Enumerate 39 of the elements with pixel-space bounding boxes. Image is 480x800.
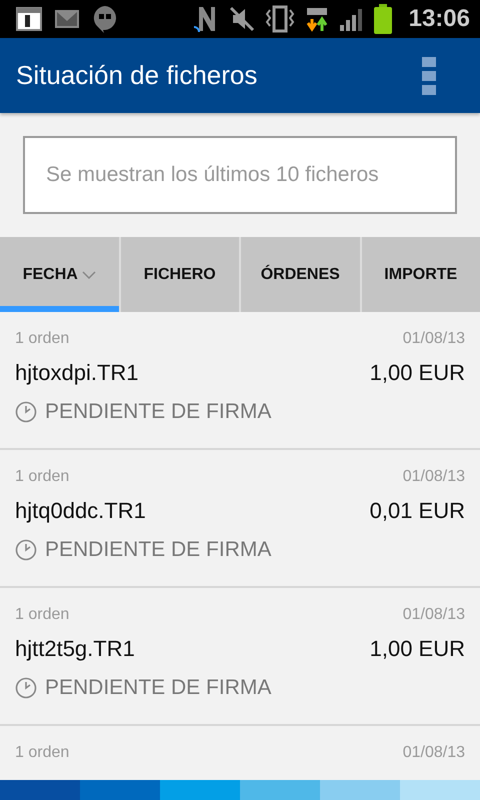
status-time: 13:06 [408, 5, 470, 33]
status-label: PENDIENTE DE FIRMA [45, 538, 272, 562]
vibrate-icon [264, 5, 295, 33]
info-text: Se muestran los últimos 10 ficheros [46, 163, 379, 187]
menu-icon[interactable] [422, 56, 436, 94]
file-date: 01/08/13 [402, 330, 465, 348]
mail-icon [54, 8, 80, 30]
clock-icon [15, 401, 37, 423]
sort-tab[interactable]: FECHA [0, 237, 118, 312]
sort-tab[interactable]: FICHERO [120, 237, 239, 312]
order-count: 1 orden [15, 468, 70, 486]
file-date: 01/08/13 [402, 744, 465, 762]
file-date: 01/08/13 [402, 468, 465, 486]
file-amount: 1,00 EUR [370, 360, 465, 386]
status-label: PENDIENTE DE FIRMA [45, 676, 272, 700]
file-row[interactable]: 1 orden 01/08/13 hjtoxdpi.TR1 1,00 EUR PENDIENTE DE FIRMA [0, 312, 480, 450]
file-amount: 0,01 EUR [370, 498, 465, 524]
file-amount: 1,00 EUR [370, 636, 465, 662]
signal-icon [338, 7, 363, 31]
file-row[interactable]: 1 orden 01/08/13 hjtt2t5g.TR1 1,00 EUR PENDIENTE DE FIRMA [0, 588, 480, 726]
file-row[interactable]: 1 orden 01/08/13 hjtq0ddc.TR1 0,01 EUR PENDIENTE DE FIRMA [0, 450, 480, 588]
mobile-data-icon [304, 5, 329, 33]
file-name: hjtq0ddc.TR1 [15, 498, 146, 524]
battery-icon [372, 4, 393, 34]
chat-bubble-icon [92, 5, 118, 33]
screen-title: Situación de ficheros [16, 60, 258, 91]
muted-speaker-icon [228, 6, 255, 32]
sort-tab[interactable]: ÓRDENES [241, 237, 360, 312]
order-count: 1 orden [15, 330, 70, 348]
file-name: hjtt2t5g.TR1 [15, 636, 135, 662]
file-date: 01/08/13 [402, 606, 465, 624]
file-name: hjtoxdpi.TR1 [15, 360, 139, 386]
status-label: PENDIENTE DE FIRMA [45, 400, 272, 424]
order-count: 1 orden [15, 606, 70, 624]
clock-icon [15, 539, 37, 561]
sort-tab[interactable]: IMPORTE [362, 237, 480, 312]
order-count: 1 orden [15, 744, 70, 762]
calendar-icon [16, 6, 42, 32]
clock-icon [15, 677, 37, 699]
